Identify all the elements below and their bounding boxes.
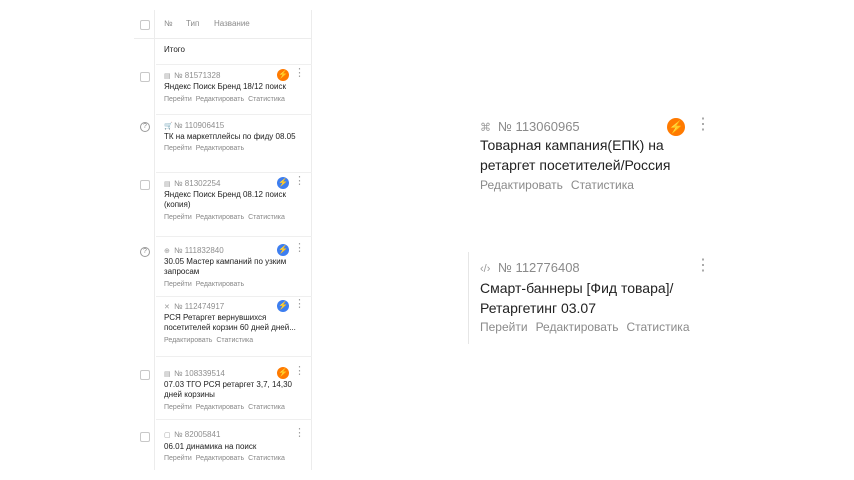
link-edit[interactable]: Редактировать — [196, 96, 244, 103]
campaigns-table: № Тип Название Итого ▤ № 81571328 ⚡ ⋮ Янд… — [134, 10, 312, 480]
link-edit[interactable]: Редактировать — [164, 337, 212, 344]
help-icon[interactable]: ? — [140, 122, 150, 132]
header-name[interactable]: Название — [214, 19, 250, 28]
link-edit[interactable]: Редактировать — [196, 281, 244, 288]
link-go[interactable]: Перейти — [480, 320, 528, 334]
more-menu-icon[interactable]: ⋮ — [294, 428, 305, 439]
row-number: № 110906415 — [174, 121, 225, 130]
link-edit[interactable]: Редактировать — [480, 178, 563, 192]
row-checkbox[interactable] — [140, 370, 150, 380]
link-stats[interactable]: Статистика — [248, 96, 285, 103]
more-menu-icon[interactable]: ⋮ — [294, 366, 305, 377]
more-menu-icon[interactable]: ⋮ — [294, 176, 305, 187]
total-label: Итого — [164, 45, 185, 54]
search-icon: ▤ — [164, 73, 171, 80]
row-number: № 82005841 — [174, 430, 221, 439]
network-icon: ✕ — [164, 304, 170, 311]
more-menu-icon[interactable]: ⋮ — [695, 117, 711, 133]
table-row: ▢ № 82005841 ⋮ 06.01 динамика на поиск Пе… — [134, 420, 312, 470]
table-row: ? ⊕ № 111832840 ⚡ ⋮ 30.05 Мастер кампаний… — [134, 237, 312, 297]
link-edit[interactable]: Редактировать — [196, 145, 244, 152]
help-icon[interactable]: ? — [140, 247, 150, 257]
link-stats[interactable]: Статистика — [216, 337, 253, 344]
more-menu-icon[interactable]: ⋮ — [294, 68, 305, 79]
autostrategy-bolt-icon[interactable]: ⚡ — [667, 118, 685, 136]
row-number: № 111832840 — [174, 246, 224, 255]
link-go[interactable]: Перейти — [164, 145, 192, 152]
campaign-card: ⌘ № 113060965 ⚡ ⋮ Товарная кампания(ЕПК) … — [470, 110, 720, 200]
row-checkbox[interactable] — [140, 432, 150, 442]
select-all-checkbox[interactable] — [140, 20, 150, 30]
card-number: № 112776408 — [498, 260, 580, 275]
row-title[interactable]: РСЯ Ретаргет вернувшихся посетителей кор… — [164, 313, 304, 333]
header-num[interactable]: № — [164, 19, 173, 28]
link-stats[interactable]: Статистика — [248, 404, 285, 411]
row-number: № 112474917 — [174, 302, 225, 311]
autostrategy-bolt-icon[interactable]: ⚡ — [277, 69, 289, 81]
card-title[interactable]: Смарт-баннеры [Фид товара]/ Ретаргетинг … — [480, 278, 690, 318]
row-title[interactable]: 07.03 ТГО РСЯ ретаргет 3,7, 14,30 дней к… — [164, 380, 300, 400]
autostrategy-bolt-icon[interactable]: ⚡ — [277, 300, 289, 312]
more-menu-icon[interactable]: ⋮ — [294, 299, 305, 310]
link-stats[interactable]: Статистика — [248, 214, 285, 221]
row-title[interactable]: ТК на маркетплейсы по фиду 08.05 — [164, 132, 300, 142]
row-number: № 108339514 — [174, 369, 225, 378]
master-icon: ⊕ — [164, 248, 170, 255]
campaign-card: ‹/› № 112776408 ⋮ Смарт-баннеры [Фид това… — [470, 252, 720, 344]
row-checkbox[interactable] — [140, 180, 150, 190]
card-number: № 113060965 — [498, 119, 580, 134]
link-edit[interactable]: Редактировать — [196, 404, 244, 411]
row-title[interactable]: 06.01 динамика на поиск — [164, 442, 300, 452]
header-type[interactable]: Тип — [186, 19, 199, 28]
link-go[interactable]: Перейти — [164, 96, 192, 103]
row-number: № 81571328 — [174, 71, 221, 80]
card-left-border — [468, 252, 469, 344]
row-title[interactable]: Яндекс Поиск Бренд 08.12 поиск (копия) — [164, 190, 294, 210]
row-title[interactable]: 30.05 Мастер кампаний по узким запросам — [164, 257, 292, 277]
search-icon: ▤ — [164, 371, 171, 378]
row-checkbox[interactable] — [140, 72, 150, 82]
link-go[interactable]: Перейти — [164, 214, 192, 221]
table-row: ✕ № 112474917 ⚡ ⋮ РСЯ Ретаргет вернувшихс… — [134, 297, 312, 357]
table-row: ▤ № 81302254 ⚡ ⋮ Яндекс Поиск Бренд 08.12… — [134, 173, 312, 237]
table-header: № Тип Название — [134, 10, 312, 39]
autostrategy-bolt-icon[interactable]: ⚡ — [277, 244, 289, 256]
link-edit[interactable]: Редактировать — [196, 214, 244, 221]
link-go[interactable]: Перейти — [164, 404, 192, 411]
link-stats[interactable]: Статистика — [571, 178, 634, 192]
more-menu-icon[interactable]: ⋮ — [695, 258, 711, 274]
table-row: ▤ № 108339514 ⚡ ⋮ 07.03 ТГО РСЯ ретаргет … — [134, 357, 312, 420]
dynamic-icon: ▢ — [164, 432, 171, 439]
cart-icon: 🛒 — [164, 123, 173, 130]
smart-banner-icon: ‹/› — [480, 263, 491, 275]
autostrategy-bolt-icon[interactable]: ⚡ — [277, 367, 289, 379]
row-title[interactable]: Яндекс Поиск Бренд 18/12 поиск — [164, 82, 300, 92]
card-title[interactable]: Товарная кампания(ЕПК) на ретаргет посет… — [480, 135, 680, 175]
row-number: № 81302254 — [174, 179, 221, 188]
search-icon: ▤ — [164, 181, 171, 188]
autostrategy-bolt-icon[interactable]: ⚡ — [277, 177, 289, 189]
link-go[interactable]: Перейти — [164, 455, 192, 462]
link-stats[interactable]: Статистика — [248, 455, 285, 462]
table-row: ▤ № 81571328 ⚡ ⋮ Яндекс Поиск Бренд 18/12… — [134, 65, 312, 115]
more-menu-icon[interactable]: ⋮ — [294, 243, 305, 254]
link-edit[interactable]: Редактировать — [196, 455, 244, 462]
link-go[interactable]: Перейти — [164, 281, 192, 288]
link-edit[interactable]: Редактировать — [536, 320, 619, 334]
product-campaign-icon: ⌘ — [480, 122, 491, 134]
link-stats[interactable]: Статистика — [626, 320, 689, 334]
table-row: ? 🛒№ 110906415 ТК на маркетплейсы по фид… — [134, 115, 312, 173]
